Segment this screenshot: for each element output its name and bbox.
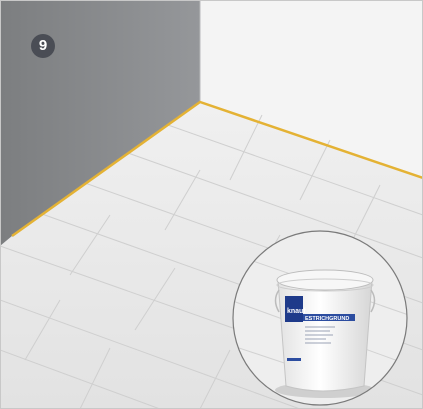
bucket-lid	[276, 269, 374, 291]
instruction-illustration: knauf ESTRICHGRUND 9	[0, 0, 423, 409]
brand-logo: knauf	[287, 308, 306, 315]
product-name: ESTRICHGRUND	[305, 316, 349, 322]
room-scene: knauf ESTRICHGRUND	[0, 0, 423, 409]
step-number-badge: 9	[31, 34, 55, 58]
